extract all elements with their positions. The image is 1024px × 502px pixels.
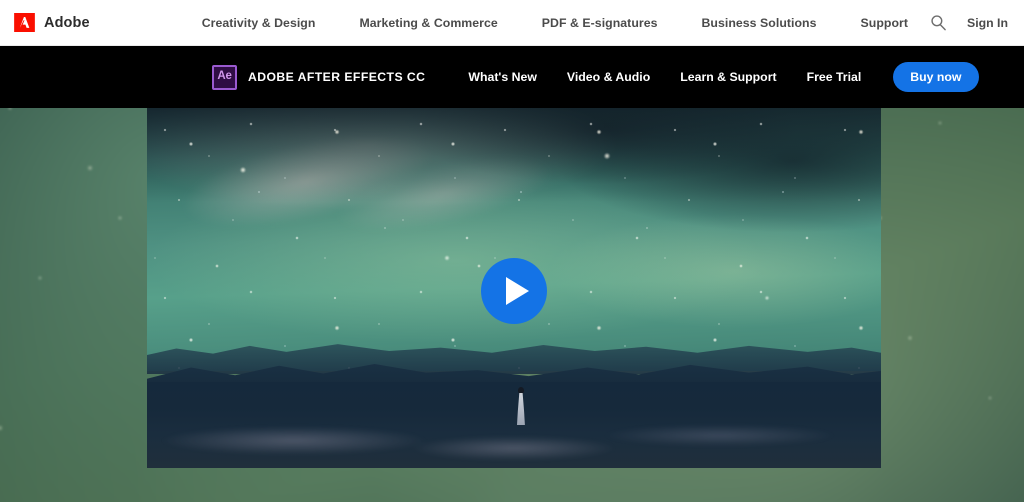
global-nav-item-marketing-commerce[interactable]: Marketing & Commerce <box>337 16 519 30</box>
header-right: Sign In <box>930 14 1024 31</box>
hero-video-player[interactable] <box>147 108 881 468</box>
product-nav-item-video-audio[interactable]: Video & Audio <box>552 70 665 84</box>
brand[interactable]: Adobe <box>0 13 180 32</box>
play-icon <box>506 277 529 305</box>
product-nav: Ae ADOBE AFTER EFFECTS CC What's New Vid… <box>0 46 1024 108</box>
after-effects-icon-label: Ae <box>217 70 232 83</box>
adobe-logo-icon <box>14 13 35 32</box>
product-nav-item-free-trial[interactable]: Free Trial <box>792 70 877 84</box>
video-figure <box>515 387 526 427</box>
video-figure-dress <box>516 393 525 425</box>
global-nav-item-creativity-design[interactable]: Creativity & Design <box>180 16 338 30</box>
global-nav-item-support[interactable]: Support <box>839 16 930 30</box>
global-nav: Creativity & Design Marketing & Commerce… <box>180 16 930 30</box>
global-nav-item-pdf-esignatures[interactable]: PDF & E-signatures <box>520 16 680 30</box>
global-header: Adobe Creativity & Design Marketing & Co… <box>0 0 1024 46</box>
video-stars-layer-3 <box>147 108 881 375</box>
brand-name: Adobe <box>44 14 90 31</box>
buy-now-button[interactable]: Buy now <box>893 62 979 92</box>
product-nav-item-learn-support[interactable]: Learn & Support <box>665 70 791 84</box>
product-nav-inner: Ae ADOBE AFTER EFFECTS CC What's New Vid… <box>0 62 979 92</box>
video-water-reflection <box>147 410 881 461</box>
page-root: Adobe Creativity & Design Marketing & Co… <box>0 0 1024 502</box>
video-figure-head <box>517 387 524 394</box>
search-icon[interactable] <box>930 14 947 31</box>
hero-section <box>0 108 1024 502</box>
play-button[interactable] <box>481 258 547 324</box>
global-nav-item-business-solutions[interactable]: Business Solutions <box>680 16 839 30</box>
sign-in-link[interactable]: Sign In <box>967 16 1008 30</box>
product-title: ADOBE AFTER EFFECTS CC <box>248 70 426 84</box>
after-effects-icon[interactable]: Ae <box>212 64 237 90</box>
product-nav-item-whats-new[interactable]: What's New <box>453 70 552 84</box>
